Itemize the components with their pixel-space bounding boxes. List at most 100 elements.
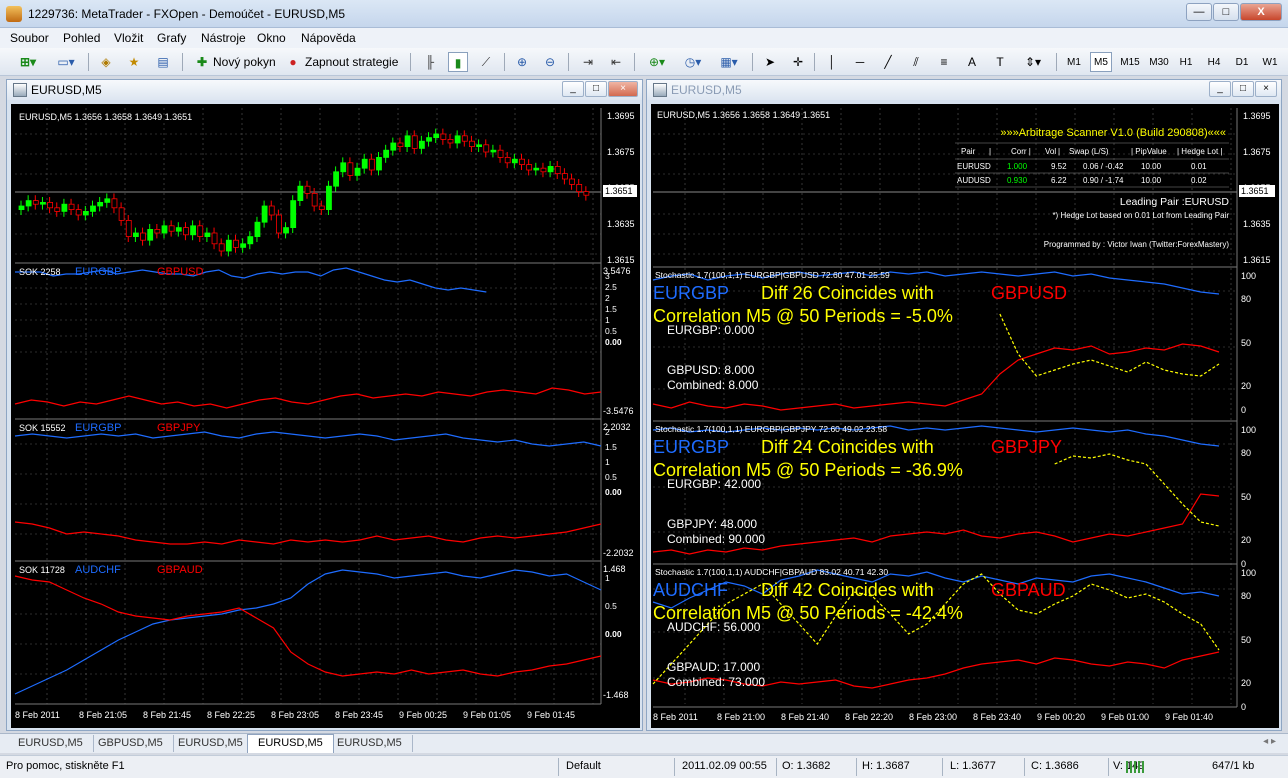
stochastic-tick-label: 80 bbox=[1241, 591, 1251, 601]
chart-tab[interactable]: EURUSD,M5 bbox=[8, 735, 94, 752]
new-order-button[interactable]: Nový pokyn bbox=[213, 52, 276, 72]
templates-icon[interactable]: ▦▾ bbox=[714, 52, 744, 72]
profiles-icon[interactable]: ▭▾ bbox=[50, 52, 82, 72]
text-label-icon[interactable]: T bbox=[990, 52, 1010, 72]
right-chart-close-button[interactable]: × bbox=[1255, 81, 1277, 97]
minimize-button[interactable]: — bbox=[1186, 3, 1212, 21]
status-high: H: 1.3687 bbox=[862, 760, 910, 772]
indicators-icon[interactable]: ⊕▾ bbox=[642, 52, 672, 72]
timeframe-m5[interactable]: M5 bbox=[1090, 52, 1112, 72]
left-chart-canvas[interactable]: EURUSD,M5 1.3656 1.3658 1.3649 1.3651 1.… bbox=[11, 104, 640, 728]
candle-body bbox=[197, 225, 204, 238]
zoom-out-icon[interactable]: ⊖ bbox=[540, 52, 560, 72]
tab-scroll-arrows-icon[interactable]: ◂ ▸ bbox=[1263, 736, 1276, 747]
scanner-table: Pair | Corr | Vol | Swap (L/S) | PipValue | Hed… bbox=[955, 142, 1229, 188]
candle-body bbox=[140, 232, 146, 241]
time-axis-label: 9 Feb 00:25 bbox=[399, 710, 447, 720]
text-icon[interactable]: A bbox=[962, 52, 982, 72]
navigator-icon[interactable]: ★ bbox=[124, 52, 144, 72]
time-axis-label: 8 Feb 2011 bbox=[15, 710, 60, 720]
maximize-button[interactable]: □ bbox=[1213, 3, 1239, 21]
market-watch-icon[interactable]: ◈ bbox=[96, 52, 116, 72]
indicator-tick-label: 1 bbox=[605, 573, 610, 583]
crosshair-icon[interactable]: ✛ bbox=[788, 52, 808, 72]
cursor-icon[interactable]: ➤ bbox=[760, 52, 780, 72]
periods-icon[interactable]: ◷▾ bbox=[678, 52, 708, 72]
candle-body bbox=[554, 166, 561, 175]
window-title: 1229736: MetaTrader - FXOpen - Demoúčet … bbox=[28, 7, 346, 21]
time-axis-label: 9 Feb 01:40 bbox=[1165, 712, 1213, 722]
price-tick-label: 1.3635 bbox=[1243, 219, 1271, 229]
autotrade-icon[interactable]: ● bbox=[284, 52, 302, 72]
fibonacci-icon[interactable]: ≡ bbox=[934, 52, 954, 72]
terminal-icon[interactable]: ▤ bbox=[153, 52, 173, 72]
menu-okno[interactable]: Okno bbox=[257, 31, 286, 45]
status-open: O: 1.3682 bbox=[782, 760, 831, 772]
timeframe-w1[interactable]: W1 bbox=[1259, 52, 1281, 72]
left-chart-titlebar[interactable]: EURUSD,M5 _ □ × bbox=[7, 80, 642, 100]
timeframe-h1[interactable]: H1 bbox=[1175, 52, 1197, 72]
new-chart-icon[interactable]: ⊞▾ bbox=[12, 52, 44, 72]
menu-napoveda[interactable]: Nápověda bbox=[301, 31, 356, 45]
stochastic-pair2: GBPAUD bbox=[991, 580, 1066, 600]
stochastic-diff: Diff 42 Coincides with bbox=[761, 580, 934, 600]
left-chart-close-button[interactable]: × bbox=[608, 81, 638, 97]
timeframe-m15[interactable]: M15 bbox=[1117, 52, 1143, 72]
scanner-column-header: Swap (L/S) bbox=[1069, 147, 1109, 156]
menu-pohled[interactable]: Pohled bbox=[63, 31, 100, 45]
scanner-cell-hedge: 0.01 bbox=[1191, 162, 1207, 171]
scanner-column-header: | Hedge Lot | bbox=[1177, 147, 1223, 156]
candle-body bbox=[526, 164, 533, 171]
menu-vlozit[interactable]: Vložit bbox=[114, 31, 143, 45]
equidistant-channel-icon[interactable]: ⫽ bbox=[906, 52, 926, 72]
stochastic-tick-label: 80 bbox=[1241, 294, 1251, 304]
left-chart-maximize-button[interactable]: □ bbox=[585, 81, 607, 97]
timeframe-h4[interactable]: H4 bbox=[1203, 52, 1225, 72]
metatrader-window: 1229736: MetaTrader - FXOpen - Demoúčet … bbox=[0, 0, 1288, 778]
candle-body bbox=[390, 142, 397, 151]
chart-tab[interactable]: EURUSD,M5 bbox=[327, 735, 413, 752]
autotrade-button[interactable]: Zapnout strategie bbox=[305, 52, 398, 72]
bar-chart-icon[interactable]: ╟ bbox=[420, 52, 440, 72]
menu-soubor[interactable]: Soubor bbox=[10, 31, 49, 45]
chart-tab[interactable]: EURUSD,M5 bbox=[168, 735, 254, 752]
timeframe-m1[interactable]: M1 bbox=[1063, 52, 1085, 72]
timeframe-d1[interactable]: D1 bbox=[1231, 52, 1253, 72]
candle-body bbox=[68, 203, 75, 210]
right-chart-pane[interactable]: EURUSD,M5 1.3656 1.3658 1.3649 1.3651 »»… bbox=[651, 104, 1279, 728]
line-chart-icon[interactable]: ⟋ bbox=[476, 52, 496, 72]
chart-shift-icon[interactable]: ⇤ bbox=[606, 52, 626, 72]
autoscroll-icon[interactable]: ⇥ bbox=[578, 52, 598, 72]
right-chart-titlebar[interactable]: EURUSD,M5 _ □ × bbox=[647, 80, 1281, 100]
stochastic-diff: Diff 26 Coincides with bbox=[761, 283, 934, 303]
indicator-min-label: -1.468 bbox=[603, 690, 629, 700]
menu-grafy[interactable]: Grafy bbox=[157, 31, 186, 45]
trendline-icon[interactable]: ╱ bbox=[878, 52, 898, 72]
new-order-icon[interactable]: ✚ bbox=[192, 52, 212, 72]
right-chart-canvas[interactable]: EURUSD,M5 1.3656 1.3658 1.3649 1.3651 »»… bbox=[651, 104, 1279, 728]
vertical-line-icon[interactable]: │ bbox=[822, 52, 842, 72]
left-chart-pane[interactable]: EURUSD,M5 1.3656 1.3658 1.3649 1.3651 1.… bbox=[11, 104, 640, 728]
candle-body bbox=[476, 144, 483, 147]
candlestick-icon[interactable]: ▮ bbox=[448, 52, 468, 72]
right-chart-maximize-button[interactable]: □ bbox=[1232, 81, 1254, 97]
horizontal-line-icon[interactable]: ─ bbox=[850, 52, 870, 72]
right-chart-minimize-button[interactable]: _ bbox=[1209, 81, 1231, 97]
chart-tab[interactable]: GBPUSD,M5 bbox=[88, 735, 174, 752]
stochastic-tick-label: 20 bbox=[1241, 678, 1251, 688]
zoom-in-icon[interactable]: ⊕ bbox=[512, 52, 532, 72]
candle-body bbox=[447, 139, 454, 144]
chart-tabs: EURUSD,M5 GBPUSD,M5 EURUSD,M5 EURUSD,M5 … bbox=[0, 733, 1288, 753]
chart-tab-active[interactable]: EURUSD,M5 bbox=[247, 734, 334, 753]
candle-body bbox=[254, 221, 261, 237]
candle-body bbox=[576, 184, 583, 193]
left-chart-minimize-button[interactable]: _ bbox=[562, 81, 584, 97]
arrows-icon[interactable]: ⇕▾ bbox=[1018, 52, 1048, 72]
right-chart-title: EURUSD,M5 bbox=[671, 83, 742, 97]
stochastic-value3: Combined: 90.000 bbox=[667, 532, 765, 546]
stochastic-tick-label: 80 bbox=[1241, 448, 1251, 458]
close-button[interactable]: X bbox=[1240, 3, 1282, 21]
timeframe-m30[interactable]: M30 bbox=[1146, 52, 1172, 72]
status-bar: Pro pomoc, stiskněte F1 Default 2011.02.… bbox=[0, 755, 1288, 778]
menu-nastroje[interactable]: Nástroje bbox=[201, 31, 246, 45]
